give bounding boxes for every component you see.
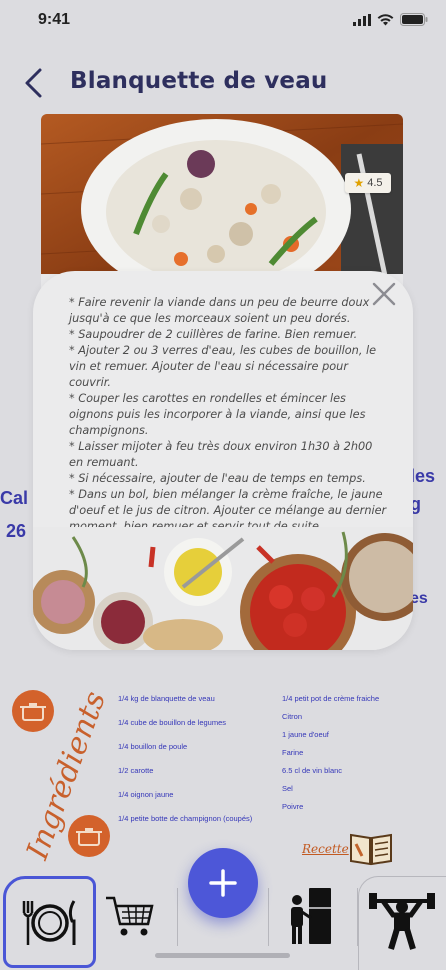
back-button[interactable] — [18, 64, 52, 102]
step-text: * Saupoudrer de 2 cuillères de farine. B… — [69, 328, 358, 341]
step-text: * Faire revenir la viande dans un peu de… — [69, 296, 370, 325]
home-indicator — [155, 953, 290, 958]
status-time: 9:41 — [38, 11, 71, 28]
ingredient-item: 1 jaune d'oeuf — [282, 730, 329, 739]
tab-fridge[interactable] — [268, 888, 358, 946]
ingredient-item: 1/4 kg de blanquette de veau — [118, 694, 215, 703]
status-icons — [353, 13, 428, 26]
add-button[interactable] — [188, 848, 258, 918]
ingredient-item: 6.5 cl de vin blanc — [282, 766, 343, 775]
bg-text-number: 26 — [6, 521, 27, 541]
pot-icon — [12, 690, 54, 732]
step-text: * Couper les carottes en rondelles et ém… — [69, 392, 366, 437]
page-title: Blanquette de veau — [70, 68, 328, 94]
ingredients-list-left: 1/4 kg de blanquette de veau 1/4 cube de… — [118, 694, 252, 838]
ingredient-item: 1/4 petit pot de crème fraiche — [282, 694, 380, 703]
tab-shopping[interactable] — [96, 888, 178, 946]
recipe-steps: * Faire revenir la viande dans un peu de… — [69, 295, 387, 535]
fridge-person-icon — [291, 888, 331, 944]
ingredient-item: 1/2 carotte — [118, 766, 154, 775]
ingredient-item: Sel — [282, 784, 293, 793]
weightlifter-icon — [369, 893, 435, 950]
battery-icon — [400, 13, 428, 26]
plate-cutlery-icon — [22, 900, 76, 945]
step-text: * Ajouter 2 ou 3 verres d'eau, les cubes… — [69, 344, 377, 389]
signal-icon — [353, 13, 371, 26]
pot-icon — [68, 815, 110, 857]
ingredients-photo — [33, 527, 413, 650]
ingredient-item: 1/4 petite botte de champignon (coupés) — [118, 814, 253, 823]
bg-text-cal: Cal — [0, 488, 29, 508]
plus-icon — [209, 869, 237, 897]
wifi-icon — [377, 13, 394, 25]
step-text: * Laisser mijoter à feu très doux enviro… — [69, 440, 373, 469]
status-bar: 9:41 — [0, 0, 446, 44]
recette-link[interactable]: Recette — [302, 842, 349, 856]
recipe-steps-card: * Faire revenir la viande dans un peu de… — [33, 271, 413, 650]
ingredients-list-right: 1/4 petit pot de crème fraiche Citron 1 … — [282, 694, 379, 820]
ingredient-item: Farine — [282, 748, 304, 757]
ingredient-item: 1/4 oignon jaune — [118, 790, 174, 799]
ingredient-item: 1/4 cube de bouillon de legumes — [118, 718, 226, 727]
ingredient-item: Poivre — [282, 802, 304, 811]
rating-badge: ★ 4.5 — [345, 173, 391, 193]
recipe-book-icon[interactable] — [348, 832, 394, 866]
rating-value: 4.5 — [367, 177, 383, 189]
star-icon: ★ — [353, 176, 365, 190]
tab-recipes[interactable] — [3, 876, 96, 968]
ingredient-item: Citron — [282, 712, 303, 721]
bg-text-les: les — [410, 466, 436, 486]
ingredient-item: 1/4 bouillon de poule — [118, 742, 188, 751]
tab-fitness[interactable] — [358, 876, 446, 970]
step-text: * Si nécessaire, ajouter de l'eau de tem… — [69, 472, 366, 485]
shopping-cart-icon — [106, 896, 154, 936]
